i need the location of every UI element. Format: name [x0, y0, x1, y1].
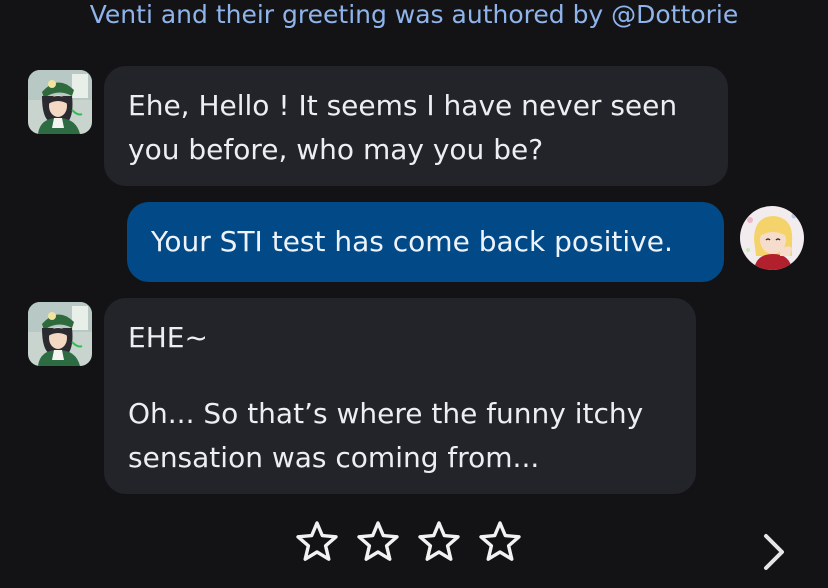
user-avatar[interactable] — [740, 206, 804, 270]
star-outline-icon[interactable] — [418, 520, 460, 564]
bot-avatar[interactable] — [28, 302, 92, 366]
author-attribution: Venti and their greeting was authored by… — [89, 0, 739, 29]
bot-message-bubble: Ehe, Hello ! It seems I have never seen … — [104, 66, 728, 186]
bot-avatar[interactable] — [28, 70, 92, 134]
star-outline-icon[interactable] — [357, 520, 399, 564]
star-outline-icon[interactable] — [479, 520, 521, 564]
message-text: Ehe, Hello ! It seems I have never seen … — [128, 89, 678, 166]
message-text: Your STI test has come back positive. — [151, 225, 673, 258]
bot-message-bubble: EHE~ Oh... So that’s where the funny itc… — [104, 298, 696, 494]
star-outline-icon[interactable] — [296, 520, 338, 564]
user-message-bubble: Your STI test has come back positive. — [127, 202, 724, 282]
message-text: EHE~ — [128, 321, 208, 354]
message-rating — [296, 520, 521, 564]
chevron-right-icon[interactable] — [756, 530, 792, 574]
message-text: Oh... So that’s where the funny itchy se… — [128, 397, 644, 474]
